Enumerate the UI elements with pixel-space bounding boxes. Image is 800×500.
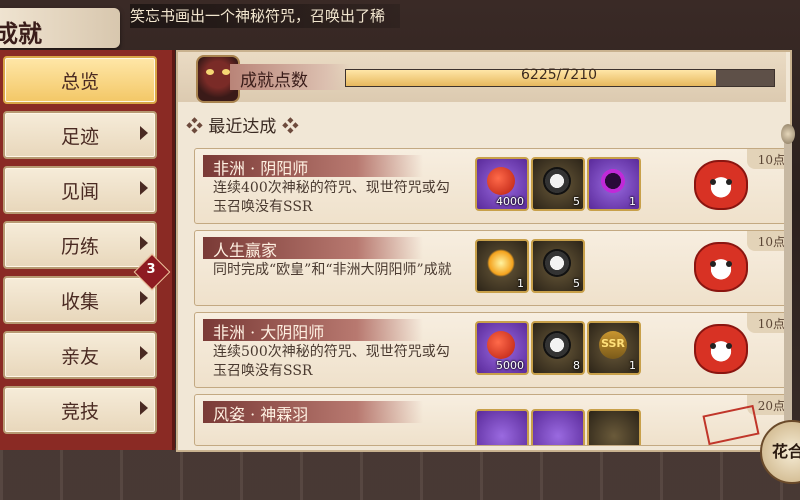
reward-slot[interactable]: 5000 <box>475 321 529 375</box>
reward-quantity: 8 <box>573 359 580 372</box>
points-progress-text: 6225/7210 <box>521 67 597 83</box>
reward-quantity: 1 <box>629 195 636 208</box>
nav-item-experience[interactable]: 历练 <box>3 221 157 269</box>
reward-slot[interactable] <box>587 409 641 445</box>
nav-item-footprints[interactable]: 足迹 <box>3 111 157 159</box>
sun-orb-icon <box>487 249 515 277</box>
section-title-text: 最近达成 <box>208 117 277 137</box>
achievement-description: 同时完成“欧皇”和“非洲大阴阳师”成就 <box>213 262 452 278</box>
page-title: 成就 <box>0 19 42 48</box>
points-label: 成就点数 <box>240 71 308 91</box>
achievement-name: 人生赢家 <box>213 241 278 260</box>
nav-item-label: 历练 <box>60 236 99 258</box>
nav-item-label: 收集 <box>60 291 99 313</box>
reward-slot[interactable]: 4000 <box>475 157 529 211</box>
reward-slot[interactable]: 5 <box>531 157 585 211</box>
reward-slot[interactable]: 1 <box>587 157 641 211</box>
nav-item-label: 足迹 <box>60 126 99 148</box>
red-daruma-icon <box>694 160 748 210</box>
achievement-points: 10点 <box>757 317 785 331</box>
nav-item-overview[interactable]: 总览 <box>3 56 157 104</box>
daruma-icon <box>543 167 571 195</box>
reward-slot[interactable]: SSR 1 <box>587 321 641 375</box>
achievement-points: 10点 <box>757 235 785 249</box>
achievement-description: 连续400次神秘的符咒、现世符咒或勾玉召唤没有SSR <box>213 180 450 215</box>
nav-item-arena[interactable]: 竞技 <box>3 386 157 434</box>
ssr-label: SSR <box>601 337 625 350</box>
nav-item-friends[interactable]: 亲友 <box>3 331 157 379</box>
achievement-name: 非洲 · 大阴阳师 <box>213 323 325 342</box>
reward-quantity: 5 <box>573 195 580 208</box>
nav-item-label: 见闻 <box>60 181 99 203</box>
reward-quantity: 1 <box>517 277 524 290</box>
reward-quantity: 4000 <box>496 195 524 208</box>
red-bean-icon <box>487 167 515 195</box>
diamond-icon: ❖ <box>186 117 203 137</box>
nav-item-collection[interactable]: 收集 <box>3 276 157 324</box>
achievement-description: 连续500次神秘的符咒、现世符咒或勾玉召唤没有SSR <box>213 344 450 379</box>
nav-item-label: 总览 <box>60 71 99 93</box>
announcement-marquee: 笑忘书画出一个神秘符咒，召唤出了稀 <box>130 4 400 28</box>
nav-item-label: 亲友 <box>60 346 99 368</box>
notification-badge-count: 3 <box>146 262 156 277</box>
chevron-right-icon <box>140 181 148 195</box>
achievement-points: 10点 <box>757 153 785 167</box>
hanafuda-label: 花合 <box>772 442 800 461</box>
scrollbar-track[interactable] <box>784 132 792 432</box>
reward-quantity: 5000 <box>496 359 524 372</box>
daruma-icon <box>543 249 571 277</box>
section-title: ❖ 最近达成 ❖ <box>186 112 299 137</box>
chevron-right-icon <box>140 346 148 360</box>
reward-slot[interactable]: 8 <box>531 321 585 375</box>
achievement-name: 非洲 · 阴阳师 <box>213 159 309 178</box>
red-daruma-icon <box>694 242 748 292</box>
achievement-name: 风姿 · 神霖羽 <box>213 405 309 424</box>
scrollbar-thumb[interactable] <box>781 124 795 144</box>
page-title-tab: 成就 <box>0 8 120 48</box>
nav-item-label: 竞技 <box>60 401 99 423</box>
reward-slot[interactable] <box>531 409 585 445</box>
ssr-ticket-icon: SSR <box>599 331 627 359</box>
chevron-right-icon <box>140 126 148 140</box>
reward-quantity: 5 <box>573 277 580 290</box>
achievement-points: 20点 <box>757 399 785 413</box>
chevron-right-icon <box>140 401 148 415</box>
reward-slot[interactable]: 1 <box>475 239 529 293</box>
diamond-icon: ❖ <box>281 117 299 137</box>
daruma-icon <box>543 331 571 359</box>
chevron-right-icon <box>140 291 148 305</box>
red-daruma-icon <box>694 324 748 374</box>
reward-slot[interactable] <box>475 409 529 445</box>
achievement-row[interactable]: 风姿 · 神霖羽 20点 <box>194 394 788 446</box>
floor <box>0 448 800 500</box>
reward-quantity: 1 <box>629 359 636 372</box>
chevron-right-icon <box>140 236 148 250</box>
red-bean-icon <box>487 331 515 359</box>
reward-slot[interactable]: 5 <box>531 239 585 293</box>
nav-item-knowledge[interactable]: 见闻 <box>3 166 157 214</box>
dark-orb-icon <box>599 167 627 195</box>
